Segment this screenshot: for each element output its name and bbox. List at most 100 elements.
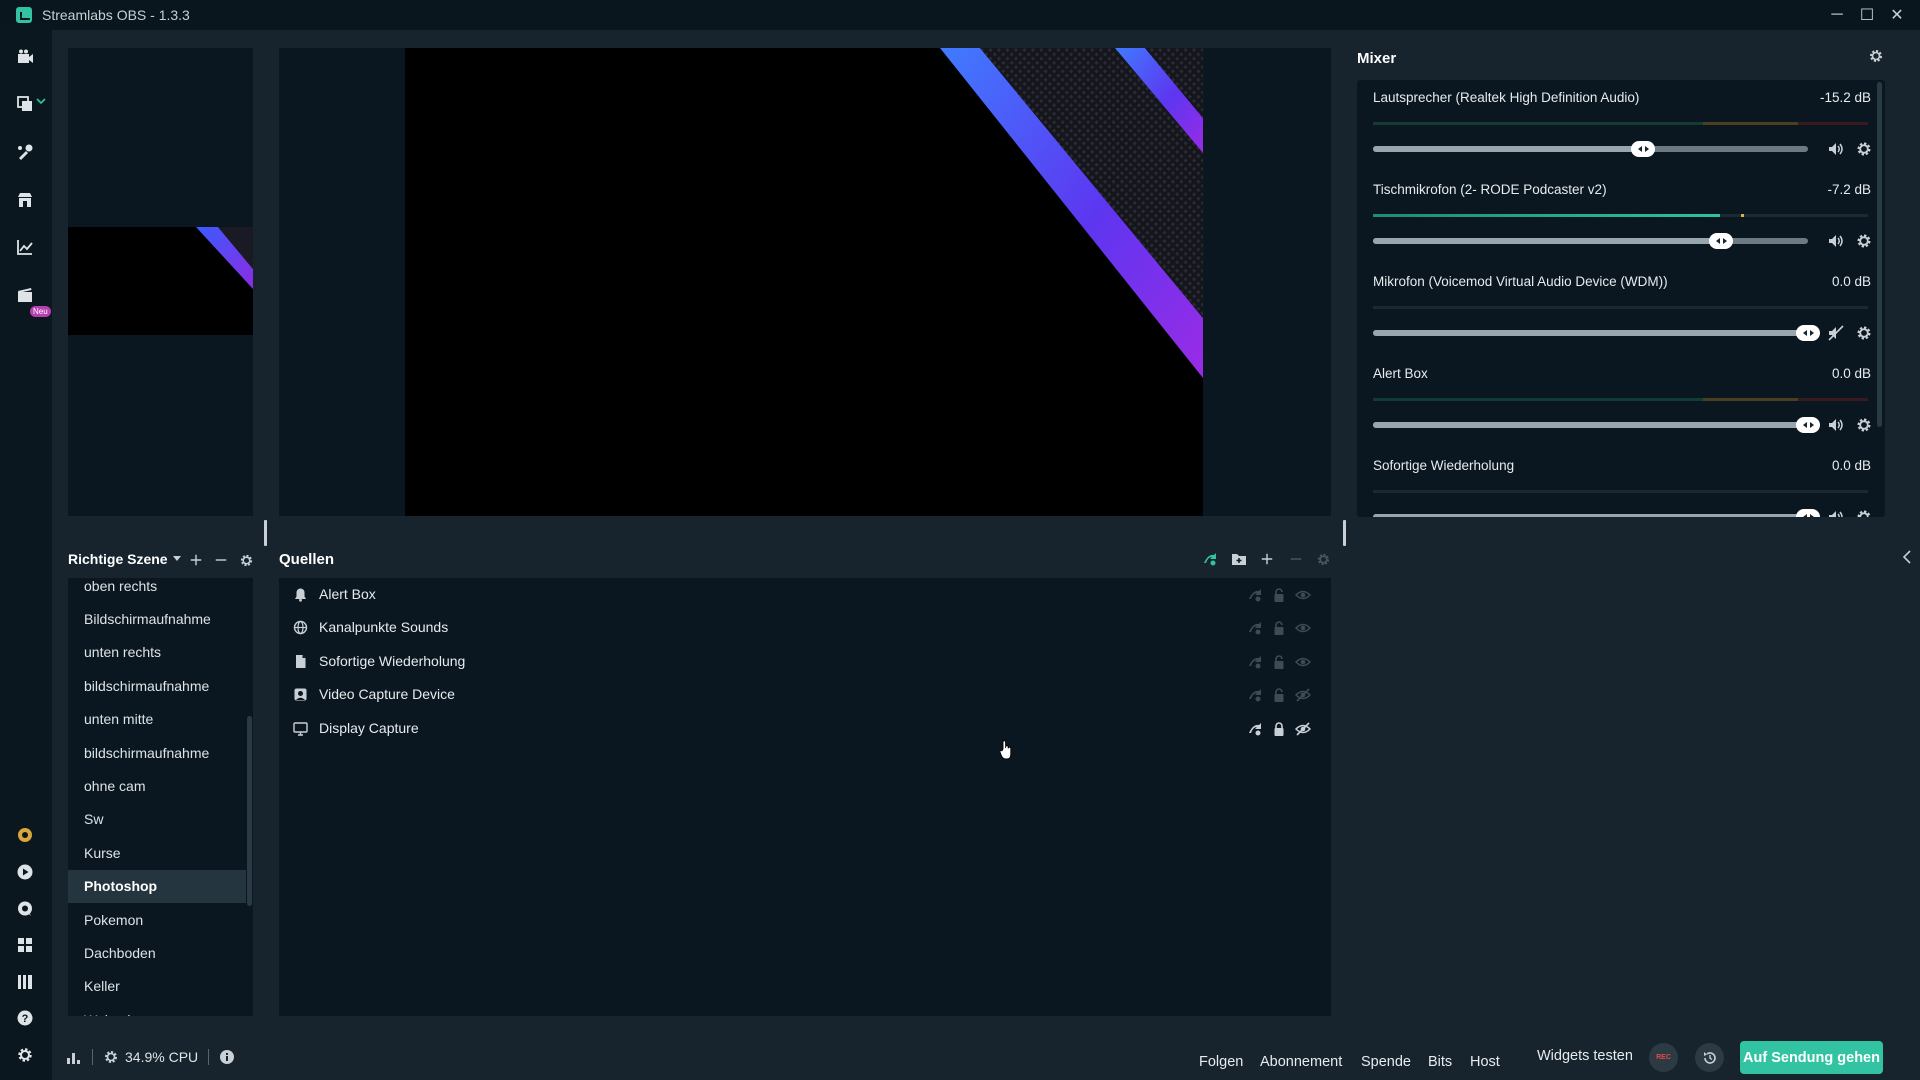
- chat-icon[interactable]: [14, 898, 36, 920]
- scene-collection-dropdown-icon[interactable]: [172, 553, 182, 563]
- scene-item[interactable]: Dachboden: [68, 936, 246, 969]
- scene-item[interactable]: Wohnzimmer: [68, 1003, 246, 1016]
- volume-slider-knob[interactable]: [1796, 509, 1820, 517]
- chevron-down-icon[interactable]: [36, 96, 46, 106]
- remove-source-button[interactable]: [1288, 551, 1304, 567]
- mixer-scrollbar[interactable]: [1877, 82, 1882, 427]
- scene-item[interactable]: Photoshop: [68, 869, 246, 903]
- scene-collection-title[interactable]: Richtige Szene: [68, 551, 168, 567]
- gear-icon[interactable]: [1855, 508, 1873, 517]
- scene-item[interactable]: unten rechts: [68, 636, 246, 669]
- library-icon[interactable]: [14, 971, 36, 993]
- settings-icon[interactable]: [14, 1044, 36, 1066]
- bar-chart-icon[interactable]: [66, 1049, 82, 1065]
- replay-buffer-button[interactable]: [1695, 1043, 1724, 1072]
- add-folder-button[interactable]: [1231, 551, 1247, 567]
- scene-item[interactable]: unten mitte: [68, 703, 246, 736]
- scene-list-scrollbar[interactable]: [247, 716, 252, 906]
- minimize-button[interactable]: ─: [1822, 0, 1852, 30]
- volume-slider-knob[interactable]: [1631, 141, 1655, 157]
- sources-resize-handle[interactable]: [1343, 520, 1346, 546]
- scene-item[interactable]: ohne cam: [68, 769, 246, 802]
- source-item[interactable]: Sofortige Wiederholung: [279, 645, 1331, 678]
- volume-slider[interactable]: [1373, 233, 1808, 249]
- lock-icon[interactable]: [1271, 687, 1287, 703]
- test-bits-link[interactable]: Bits: [1428, 1054, 1452, 1070]
- scene-item[interactable]: bildschirmaufnahme: [68, 736, 246, 769]
- add-source-selective-button[interactable]: [1202, 551, 1218, 567]
- eye-off-icon[interactable]: [1295, 721, 1311, 737]
- scene-item[interactable]: Sw: [68, 803, 246, 836]
- volume-slider-knob[interactable]: [1796, 417, 1820, 433]
- add-scene-button[interactable]: [188, 552, 204, 568]
- speaker-icon[interactable]: [1827, 232, 1845, 250]
- test-host-link[interactable]: Host: [1470, 1054, 1500, 1070]
- lock-icon[interactable]: [1271, 620, 1287, 636]
- theme-library-icon[interactable]: [14, 141, 36, 163]
- source-item[interactable]: Alert Box: [279, 578, 1331, 611]
- volume-slider[interactable]: [1373, 325, 1820, 341]
- maximize-button[interactable]: ☐: [1852, 0, 1882, 30]
- help-icon[interactable]: ?: [14, 1007, 36, 1029]
- source-item[interactable]: Video Capture Device: [279, 678, 1331, 711]
- volume-slider[interactable]: [1373, 509, 1820, 517]
- dashboard-stats-icon[interactable]: [14, 236, 36, 258]
- prime-icon[interactable]: [14, 824, 36, 846]
- volume-slider[interactable]: [1373, 417, 1820, 433]
- record-button[interactable]: REC: [1649, 1043, 1678, 1072]
- scene-item[interactable]: bildschirmaufnahme: [68, 669, 246, 702]
- add-source-button[interactable]: [1259, 551, 1275, 567]
- speaker-icon[interactable]: [1827, 140, 1845, 158]
- volume-slider[interactable]: [1373, 141, 1808, 157]
- scene-item[interactable]: Keller: [68, 970, 246, 1003]
- play-icon[interactable]: [14, 861, 36, 883]
- speaker-icon[interactable]: [1827, 508, 1845, 517]
- lock-icon[interactable]: [1271, 721, 1287, 737]
- apps-grid-icon[interactable]: [14, 934, 36, 956]
- selective-recording-icon[interactable]: [1247, 654, 1263, 670]
- selective-recording-icon[interactable]: [1247, 587, 1263, 603]
- mixer-settings-gear-icon[interactable]: [1868, 48, 1884, 64]
- eye-icon[interactable]: [1295, 654, 1311, 670]
- scene-item[interactable]: Pokemon: [68, 903, 246, 936]
- scene-settings-button[interactable]: [238, 552, 254, 568]
- test-follow-link[interactable]: Folgen: [1199, 1054, 1243, 1070]
- chevron-left-icon[interactable]: [1902, 549, 1912, 565]
- stream-preview-canvas[interactable]: [405, 48, 1203, 516]
- gear-icon[interactable]: [1855, 232, 1873, 250]
- scene-thumbnail[interactable]: [68, 227, 253, 335]
- selective-recording-icon[interactable]: [1247, 687, 1263, 703]
- close-button[interactable]: ✕: [1882, 0, 1912, 30]
- scene-item[interactable]: Bildschirmaufnahme: [68, 602, 246, 635]
- scene-item[interactable]: oben rechts: [68, 578, 246, 602]
- app-store-icon[interactable]: [14, 189, 36, 211]
- layout-editor-icon[interactable]: [14, 93, 36, 115]
- source-item[interactable]: Display Capture: [279, 712, 1331, 745]
- volume-slider-knob[interactable]: [1709, 233, 1733, 249]
- editor-icon[interactable]: [14, 46, 36, 68]
- eye-icon[interactable]: [1295, 587, 1311, 603]
- gear-icon[interactable]: [1855, 416, 1873, 434]
- speaker-icon[interactable]: [1827, 416, 1845, 434]
- test-donation-link[interactable]: Spende: [1361, 1054, 1411, 1070]
- go-live-button[interactable]: Auf Sendung gehen: [1740, 1041, 1883, 1074]
- test-subscription-link[interactable]: Abonnement: [1260, 1054, 1342, 1070]
- selective-recording-icon[interactable]: [1247, 620, 1263, 636]
- lock-icon[interactable]: [1271, 587, 1287, 603]
- scenes-resize-handle[interactable]: [264, 520, 267, 546]
- info-icon[interactable]: [219, 1049, 235, 1065]
- studio-mode-icon[interactable]: [14, 284, 36, 306]
- gear-icon[interactable]: [1855, 324, 1873, 342]
- gear-icon[interactable]: [1855, 140, 1873, 158]
- test-widgets-button[interactable]: Widgets testen: [1537, 1048, 1633, 1064]
- selective-recording-icon[interactable]: [1247, 721, 1263, 737]
- lock-icon[interactable]: [1271, 654, 1287, 670]
- speaker-muted-icon[interactable]: [1827, 324, 1845, 342]
- scene-item[interactable]: Kurse: [68, 836, 246, 869]
- eye-off-icon[interactable]: [1295, 687, 1311, 703]
- remove-scene-button[interactable]: [213, 552, 229, 568]
- source-item[interactable]: Kanalpunkte Sounds: [279, 611, 1331, 644]
- volume-slider-knob[interactable]: [1796, 325, 1820, 341]
- eye-icon[interactable]: [1295, 620, 1311, 636]
- source-properties-button[interactable]: [1315, 551, 1331, 567]
